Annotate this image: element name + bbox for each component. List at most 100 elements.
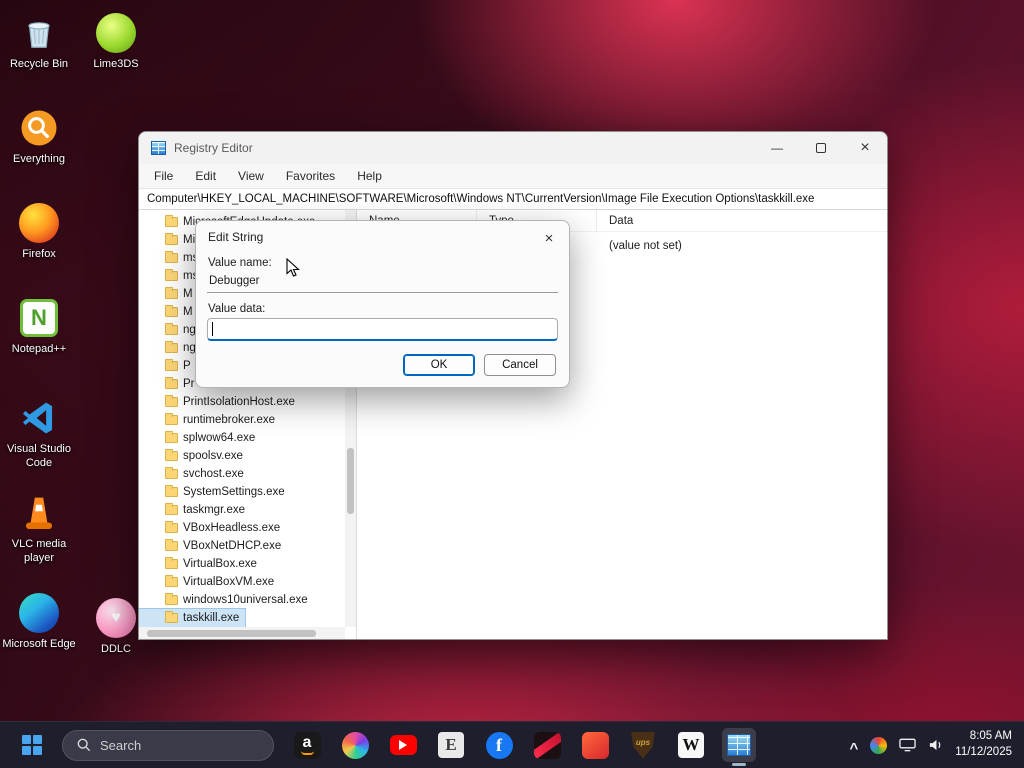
column-header-data[interactable]: Data (597, 210, 887, 231)
menu-edit[interactable]: Edit (186, 166, 225, 186)
tree-item-label: VBoxHeadless.exe (183, 522, 281, 534)
tree-item-label: taskkill.exe (183, 612, 240, 624)
volume-tray-icon[interactable] (928, 738, 943, 752)
taskbar: a E f ups W ^ 8:05 AM 11/12/2025 (0, 721, 1024, 768)
taskbar-clock[interactable]: 8:05 AM 11/12/2025 (955, 729, 1012, 760)
tree-item[interactable]: M (139, 285, 199, 303)
menu-file[interactable]: File (145, 166, 182, 186)
vscode-icon (18, 397, 60, 439)
tree-item[interactable]: windows10universal.exe (139, 591, 314, 609)
tree-item[interactable]: VirtualBoxVM.exe (139, 573, 280, 591)
dialog-close-button[interactable]: × (538, 227, 560, 249)
tree-item[interactable]: VirtualBox.exe (139, 555, 263, 573)
taskbar-app-photos[interactable] (338, 728, 372, 762)
display-tray-icon[interactable] (899, 738, 917, 752)
address-bar[interactable]: Computer\HKEY_LOCAL_MACHINE\SOFTWARE\Mic… (139, 188, 887, 210)
value-name-field: Debugger (207, 272, 558, 293)
desktop-icon-edge[interactable]: Microsoft Edge (0, 592, 78, 652)
taskbar-app-ups[interactable]: ups (626, 728, 660, 762)
tree-item[interactable]: PrintIsolationHost.exe (139, 393, 301, 411)
taskbar-app-facebook[interactable]: f (482, 728, 516, 762)
e-letter-icon: E (438, 732, 464, 758)
tree-item[interactable]: ng (139, 321, 202, 339)
tree-item[interactable]: taskmgr.exe (139, 501, 251, 519)
menu-view[interactable]: View (229, 166, 273, 186)
desktop-icon-label: VLC media player (11, 538, 67, 564)
tree-item[interactable]: SystemSettings.exe (139, 483, 291, 501)
folder-icon (165, 305, 178, 317)
facebook-icon: f (485, 731, 513, 759)
title-bar[interactable]: Registry Editor — × (139, 132, 887, 164)
minimize-button[interactable]: — (755, 132, 799, 164)
desktop-icon-label: Firefox (22, 248, 56, 260)
value-data-input[interactable] (207, 318, 558, 341)
maximize-button[interactable] (799, 132, 843, 164)
taskbar-app-orange[interactable] (578, 728, 612, 762)
ok-button[interactable]: OK (403, 354, 475, 376)
desktop-icon-label: Lime3DS (93, 58, 139, 70)
tree-item-label: Mi (183, 234, 196, 246)
menu-favorites[interactable]: Favorites (277, 166, 344, 186)
desktop-icon-vlc[interactable]: VLC media player (0, 492, 78, 566)
folder-icon (165, 485, 178, 497)
system-tray: ^ 8:05 AM 11/12/2025 (850, 729, 1024, 760)
taskbar-app-amazon[interactable]: a (290, 728, 324, 762)
start-button[interactable] (14, 727, 50, 763)
folder-icon (165, 503, 178, 515)
folder-icon (165, 251, 178, 263)
desktop-icon-notepadpp[interactable]: N Notepad++ (0, 297, 78, 357)
tree-item[interactable]: VBoxNetDHCP.exe (139, 537, 287, 555)
desktop-icon-vscode[interactable]: Visual Studio Code (0, 397, 78, 471)
taskbar-app-red[interactable] (530, 728, 564, 762)
taskbar-search[interactable] (62, 729, 274, 761)
folder-icon (165, 449, 178, 461)
tree-item[interactable]: runtimebroker.exe (139, 411, 281, 429)
orange-app-icon (581, 731, 609, 759)
recycle-bin-icon (18, 12, 60, 54)
desktop-icon-recycle-bin[interactable]: Recycle Bin (0, 12, 78, 72)
tree-horizontal-scrollbar[interactable] (139, 627, 345, 639)
youtube-icon (389, 735, 417, 755)
tree-item-label: ng (183, 342, 196, 354)
tree-item[interactable]: VBoxHeadless.exe (139, 519, 286, 537)
tree-item[interactable]: P (139, 357, 197, 375)
desktop-icon-label: DDLC (101, 643, 131, 655)
value-data-cell[interactable]: (value not set) (609, 240, 682, 252)
folder-icon (165, 377, 178, 389)
taskbar-app-youtube[interactable] (386, 728, 420, 762)
close-button[interactable]: × (843, 132, 887, 164)
tree-item[interactable]: Mi (139, 231, 201, 249)
taskbar-app-registry-editor[interactable] (722, 728, 756, 766)
registry-app-icon (151, 141, 166, 155)
folder-icon (165, 593, 178, 605)
tree-item-selected[interactable]: taskkill.exe (139, 608, 247, 628)
desktop-icon-everything[interactable]: Everything (0, 107, 78, 167)
windows-logo-icon (22, 735, 42, 755)
menu-help[interactable]: Help (348, 166, 391, 186)
desktop-icon-firefox[interactable]: Firefox (0, 202, 78, 262)
tree-item[interactable]: Pr (139, 375, 201, 393)
taskbar-app-e[interactable]: E (434, 728, 468, 762)
folder-icon (165, 431, 178, 443)
folder-icon (165, 341, 178, 353)
value-data-label: Value data: (208, 303, 266, 315)
desktop-icon-lime3ds[interactable]: Lime3DS (77, 12, 155, 72)
folder-icon (165, 539, 178, 551)
value-name-label: Value name: (208, 257, 272, 269)
scrollbar-thumb[interactable] (347, 447, 354, 515)
tray-colored-icon[interactable] (870, 736, 888, 754)
tree-item[interactable]: splwow64.exe (139, 429, 261, 447)
tree-item[interactable]: M (139, 303, 199, 321)
tree-item-label: taskmgr.exe (183, 504, 245, 516)
taskbar-app-wikipedia[interactable]: W (674, 728, 708, 762)
desktop-icon-label: Microsoft Edge (2, 638, 76, 650)
tree-item[interactable]: svchost.exe (139, 465, 250, 483)
tree-item[interactable]: spoolsv.exe (139, 447, 249, 465)
search-input[interactable] (100, 737, 240, 753)
scrollbar-thumb[interactable] (147, 629, 316, 637)
cancel-button[interactable]: Cancel (484, 354, 556, 376)
tree-item[interactable]: ng (139, 339, 202, 357)
red-app-icon (533, 731, 561, 759)
hidden-icons-chevron[interactable]: ^ (850, 740, 859, 757)
text-caret (212, 322, 213, 336)
